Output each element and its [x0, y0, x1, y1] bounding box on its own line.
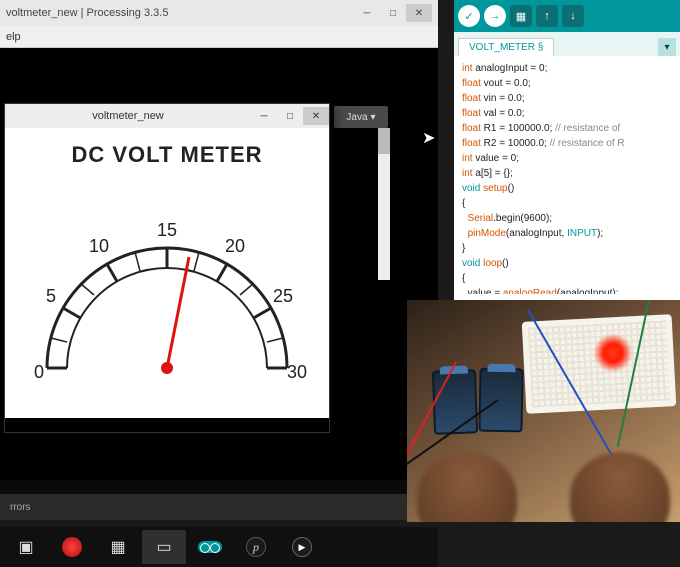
taskbar-item-processing[interactable]: p [234, 530, 278, 564]
taskbar-item-video[interactable]: ▭ [142, 530, 186, 564]
taskbar-item-opera[interactable] [50, 530, 94, 564]
arduino-code-editor[interactable]: int analogInput = 0; float vout = 0.0; f… [454, 56, 680, 294]
minimize-button[interactable] [354, 4, 380, 22]
editor-scrollbar[interactable] [378, 128, 390, 280]
led-indicator [594, 334, 632, 372]
gauge-label-30: 30 [287, 362, 307, 382]
open-sketch-button[interactable]: ↑ [536, 5, 558, 27]
gauge-label-5: 5 [46, 286, 56, 306]
sketch-title: voltmeter_new [5, 110, 251, 122]
processing-title: voltmeter_new | Processing 3.3.5 [6, 7, 354, 19]
errors-label: rrors [10, 502, 31, 513]
scrollbar-thumb[interactable] [378, 128, 390, 154]
processing-titlebar[interactable]: voltmeter_new | Processing 3.3.5 [0, 0, 438, 26]
taskbar-item-app1[interactable]: ▣ [4, 530, 48, 564]
hand-left [417, 452, 517, 522]
new-sketch-button[interactable]: ▦ [510, 5, 532, 27]
gauge-ticks [47, 248, 287, 368]
menu-help[interactable]: elp [6, 31, 21, 43]
save-sketch-button[interactable]: ↓ [562, 5, 584, 27]
taskbar-item-files[interactable]: ▦ [96, 530, 140, 564]
gauge-label-10: 10 [89, 236, 109, 256]
gauge-label-0: 0 [34, 362, 44, 382]
battery-2 [478, 368, 523, 433]
errors-panel-tab[interactable]: rrors [0, 494, 438, 520]
voltmeter-canvas: DC VOLT METER [5, 128, 329, 418]
hand-right [570, 452, 670, 522]
battery-1 [432, 369, 478, 434]
taskbar-item-arduino[interactable] [188, 530, 232, 564]
processing-window: Creations voltmeter_new | Processing 3.3… [0, 0, 438, 520]
gauge-hub [161, 362, 173, 374]
arduino-tabbar: VOLT_METER § ▾ [454, 32, 680, 56]
arduino-icon [198, 541, 222, 553]
close-button[interactable] [406, 4, 432, 22]
tab-menu-arrow-icon[interactable]: ▾ [658, 38, 676, 56]
processing-editor-stage: Java voltmeter_new DC VOLT METER [0, 48, 438, 480]
sketch-close-button[interactable] [303, 107, 329, 125]
meter-title: DC VOLT METER [5, 128, 329, 168]
gauge: 0 5 10 15 20 25 30 [17, 178, 317, 398]
sketch-minimize-button[interactable] [251, 107, 277, 125]
mode-selector[interactable]: Java [334, 106, 388, 128]
processing-icon: p [246, 537, 266, 557]
opera-icon [62, 537, 82, 557]
verify-button[interactable]: ✓ [458, 5, 480, 27]
gauge-label-20: 20 [225, 236, 245, 256]
gauge-label-25: 25 [273, 286, 293, 306]
sketch-titlebar[interactable]: voltmeter_new [5, 104, 329, 128]
camera-feed [407, 300, 680, 522]
play-icon: ▶ [292, 537, 312, 557]
sketch-maximize-button[interactable] [277, 107, 303, 125]
gauge-arc-inner [67, 268, 267, 368]
processing-menubar[interactable]: elp [0, 26, 438, 48]
gauge-label-15: 15 [157, 220, 177, 240]
windows-taskbar: ▣ ▦ ▭ p ▶ [0, 527, 438, 567]
upload-button[interactable]: → [484, 5, 506, 27]
arduino-window: ✓ → ▦ ↑ ↓ VOLT_METER § ▾ int analogInput… [454, 0, 680, 300]
maximize-button[interactable] [380, 4, 406, 22]
taskbar-item-media[interactable]: ▶ [280, 530, 324, 564]
sketch-window: voltmeter_new DC VOLT METER [4, 103, 330, 433]
arduino-toolbar: ✓ → ▦ ↑ ↓ [454, 0, 680, 32]
gauge-needle [167, 257, 189, 368]
sketch-tab[interactable]: VOLT_METER § [458, 38, 554, 56]
